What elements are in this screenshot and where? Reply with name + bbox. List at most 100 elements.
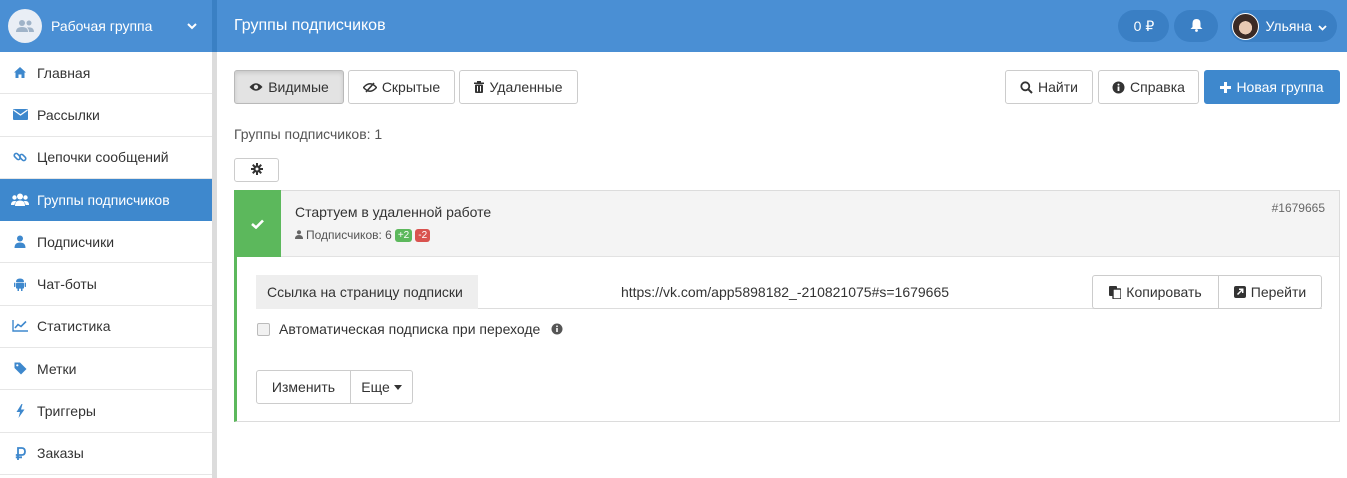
- workgroup-title: Рабочая группа: [51, 18, 153, 34]
- sidebar-item-label: Главная: [37, 64, 91, 81]
- sidebar-item-label: Цепочки сообщений: [37, 149, 169, 166]
- go-button[interactable]: Перейти: [1219, 275, 1322, 309]
- edit-button[interactable]: Изменить: [256, 370, 351, 404]
- sidebar-item-label: Заказы: [37, 445, 84, 462]
- info-icon[interactable]: [551, 323, 563, 335]
- sidebar-item-label: Статистика: [37, 318, 111, 335]
- group-actions: Изменить Еще: [256, 370, 413, 404]
- notifications-button[interactable]: [1174, 10, 1219, 42]
- group-icon: [16, 20, 34, 32]
- sidebar: Рабочая группа Главная Рассылки Цепочки …: [0, 0, 212, 478]
- check-icon: [251, 216, 264, 232]
- user-menu[interactable]: Ульяна: [1230, 10, 1337, 42]
- plus-icon: [1220, 81, 1232, 93]
- search-label: Найти: [1038, 79, 1078, 95]
- subscription-link-url[interactable]: https://vk.com/app5898182_-210821075#s=1…: [478, 275, 1092, 308]
- filter-hidden-label: Скрытые: [381, 79, 441, 95]
- workgroup-switcher[interactable]: Рабочая группа: [0, 0, 212, 52]
- avatar: [1232, 12, 1260, 40]
- toolbar: Видимые Скрытые Удаленные Найти Справка: [234, 70, 1340, 104]
- gear-icon: [250, 162, 263, 178]
- search-button[interactable]: Найти: [1005, 70, 1093, 104]
- groups-count: Группы подписчиков: 1: [234, 126, 383, 142]
- sidebar-item-label: Чат-боты: [37, 276, 97, 293]
- envelope-icon: [11, 107, 29, 123]
- copy-icon: [1109, 285, 1122, 299]
- external-link-icon: [1233, 286, 1246, 298]
- eye-icon: [249, 82, 263, 92]
- sidebar-item-statistics[interactable]: Статистика: [0, 306, 212, 349]
- sidebar-item-home[interactable]: Главная: [0, 52, 212, 95]
- link-buttons: Копировать Перейти: [1092, 275, 1322, 309]
- filter-deleted-button[interactable]: Удаленные: [459, 70, 578, 104]
- tag-icon: [11, 361, 29, 377]
- subscription-link-label: Ссылка на страницу подписки: [256, 275, 478, 309]
- group-select-toggle[interactable]: [234, 190, 281, 257]
- sidebar-item-label: Группы подписчиков: [37, 191, 170, 208]
- filter-buttons: Видимые Скрытые Удаленные: [234, 70, 578, 104]
- settings-button[interactable]: [234, 158, 279, 182]
- caret-down-icon: [393, 384, 402, 390]
- link-icon: [11, 149, 29, 165]
- sidebar-item-label: Метки: [37, 360, 77, 377]
- more-label: Еще: [361, 379, 390, 395]
- chart-icon: [11, 318, 29, 334]
- copy-label: Копировать: [1126, 284, 1202, 300]
- help-label: Справка: [1130, 79, 1185, 95]
- sidebar-item-subscribers[interactable]: Подписчики: [0, 221, 212, 264]
- copy-button[interactable]: Копировать: [1092, 275, 1219, 309]
- bolt-icon: [11, 403, 29, 419]
- group-card: Стартуем в удаленной работе Подписчиков:…: [234, 190, 1340, 422]
- users-icon: [11, 192, 29, 208]
- more-dropdown-button[interactable]: Еще: [351, 370, 413, 404]
- top-bar: Группы подписчиков 0 ₽ Ульяна: [217, 0, 1347, 52]
- auto-subscribe-label: Автоматическая подписка при переходе: [279, 321, 541, 337]
- user-icon: [295, 228, 303, 242]
- sidebar-item-label: Триггеры: [37, 403, 96, 420]
- ruble-icon: [11, 445, 29, 461]
- info-icon: [1112, 81, 1125, 94]
- new-group-button[interactable]: Новая группа: [1204, 70, 1340, 104]
- group-title[interactable]: Стартуем в удаленной работе: [295, 204, 491, 220]
- sidebar-item-triggers[interactable]: Триггеры: [0, 390, 212, 433]
- new-group-label: Новая группа: [1236, 79, 1324, 95]
- user-name: Ульяна: [1265, 18, 1312, 34]
- sidebar-item-chatbots[interactable]: Чат-боты: [0, 263, 212, 306]
- sidebar-item-mailings[interactable]: Рассылки: [0, 94, 212, 137]
- sidebar-scrollbar[interactable]: [212, 52, 217, 478]
- sidebar-item-subscriber-groups[interactable]: Группы подписчиков: [0, 178, 212, 222]
- workgroup-avatar: [8, 9, 42, 43]
- subscription-link-row: Ссылка на страницу подписки https://vk.c…: [256, 275, 1322, 309]
- search-icon: [1020, 80, 1033, 94]
- chevron-down-icon: [1318, 18, 1327, 34]
- android-icon: [11, 276, 29, 292]
- subscribers-count: Подписчиков: 6: [306, 228, 392, 242]
- sidebar-item-label: Рассылки: [37, 106, 100, 123]
- filter-hidden-button[interactable]: Скрытые: [348, 70, 455, 104]
- auto-subscribe-row: Автоматическая подписка при переходе: [257, 321, 563, 337]
- filter-visible-button[interactable]: Видимые: [234, 70, 344, 104]
- group-subscribers: Подписчиков: 6 +2 -2: [295, 228, 431, 242]
- plus-badge: +2: [394, 228, 413, 242]
- sidebar-item-chains[interactable]: Цепочки сообщений: [0, 137, 212, 179]
- balance-button[interactable]: 0 ₽: [1118, 10, 1170, 42]
- home-icon: [11, 65, 29, 81]
- filter-visible-label: Видимые: [268, 79, 329, 95]
- sidebar-item-label: Подписчики: [37, 233, 115, 250]
- eye-slash-icon: [362, 81, 377, 93]
- help-button[interactable]: Справка: [1098, 70, 1199, 104]
- page-title: Группы подписчиков: [234, 17, 386, 34]
- auto-subscribe-checkbox[interactable]: [257, 322, 270, 336]
- bell-icon: [1190, 18, 1203, 35]
- filter-deleted-label: Удаленные: [489, 79, 563, 95]
- trash-icon: [474, 81, 485, 93]
- group-card-header: Стартуем в удаленной работе Подписчиков:…: [234, 190, 1339, 257]
- group-id: #1679665: [1271, 201, 1325, 215]
- chevron-down-icon: [184, 18, 200, 34]
- sidebar-item-orders[interactable]: Заказы: [0, 433, 212, 475]
- go-label: Перейти: [1250, 284, 1307, 300]
- sidebar-item-tags[interactable]: Метки: [0, 348, 212, 391]
- user-icon: [11, 234, 29, 250]
- minus-badge: -2: [415, 228, 431, 242]
- action-buttons: Найти Справка Новая группа: [1005, 70, 1340, 104]
